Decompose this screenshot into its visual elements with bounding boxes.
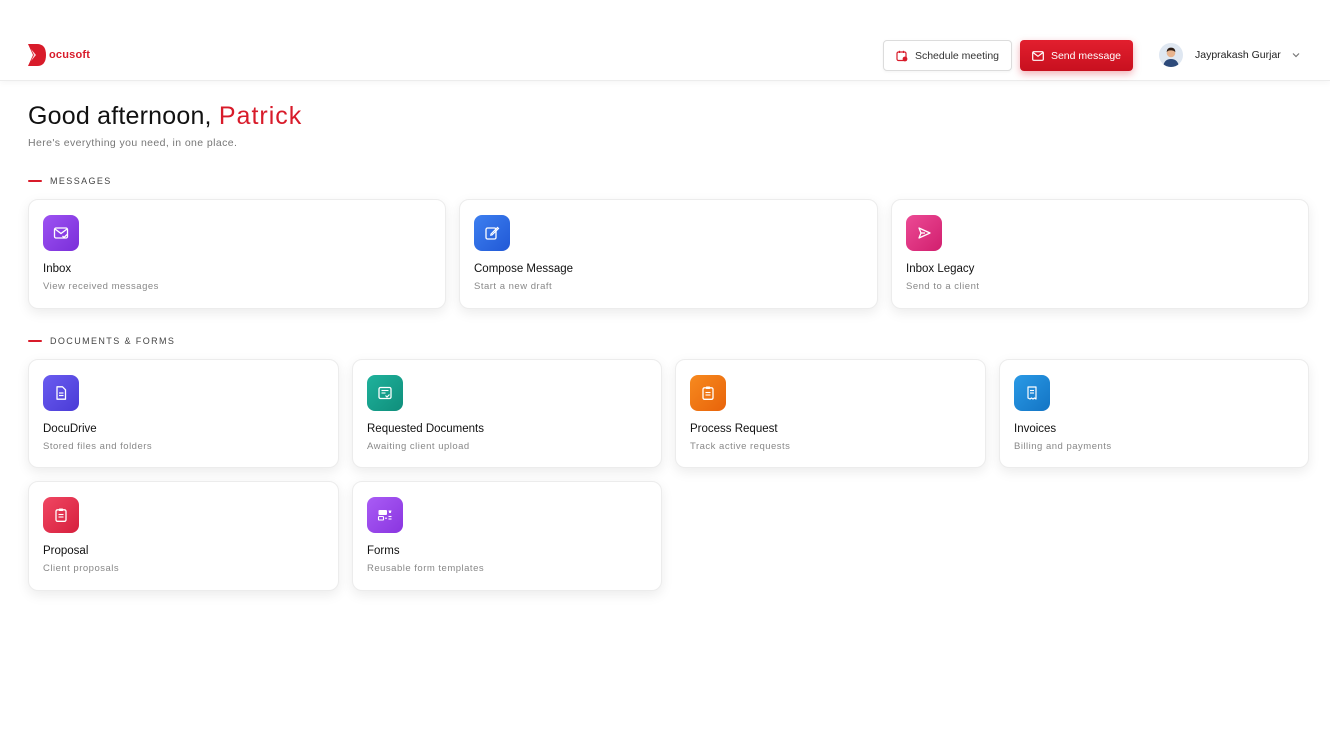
card-title: Compose Message	[474, 263, 574, 275]
logo-mark-icon	[28, 44, 46, 66]
calendar-icon	[896, 50, 908, 61]
card-title: Proposal	[43, 545, 89, 557]
section-title: DOCUMENTS & FORMS	[50, 336, 176, 346]
brand-name: ocusoft	[49, 49, 91, 61]
card-description: Stored files and folders	[43, 441, 153, 452]
card-forms[interactable]: Forms Reusable form templates	[352, 481, 662, 591]
card-title: Process Request	[690, 423, 778, 435]
card-title: Requested Documents	[367, 423, 484, 435]
card-inbox[interactable]: Inbox View received messages	[28, 199, 446, 309]
card-description: Send to a client	[906, 281, 980, 292]
mail-icon	[1032, 50, 1044, 61]
user-menu[interactable]: Jayprakash Gurjar	[1159, 43, 1301, 67]
page-title: Good afternoon, Patrick	[28, 102, 302, 131]
schedule-meeting-button[interactable]: Schedule meeting	[883, 40, 1012, 71]
card-title: Forms	[367, 545, 400, 557]
edit-icon	[474, 215, 510, 251]
card-description: View received messages	[43, 281, 159, 292]
send-message-button[interactable]: Send message	[1020, 40, 1133, 71]
card-title: Inbox Legacy	[906, 263, 975, 275]
messages-section-header: MESSAGES	[28, 176, 112, 186]
documents-section-header: DOCUMENTS & FORMS	[28, 336, 175, 346]
card-description: Billing and payments	[1014, 441, 1112, 452]
card-title: DocuDrive	[43, 423, 97, 435]
user-name: Jayprakash Gurjar	[1195, 49, 1281, 61]
card-compose-message[interactable]: Compose Message Start a new draft	[459, 199, 878, 309]
card-requested-documents[interactable]: Requested Documents Awaiting client uplo…	[352, 359, 662, 468]
chevron-down-icon	[1292, 53, 1300, 58]
greeting-name: Patrick	[218, 102, 303, 130]
brand-logo[interactable]: ocusoft	[27, 42, 90, 68]
card-description: Reusable form templates	[367, 563, 485, 574]
card-description: Start a new draft	[474, 281, 553, 292]
card-inbox-legacy[interactable]: Inbox Legacy Send to a client	[891, 199, 1309, 309]
card-invoices[interactable]: Invoices Billing and payments	[999, 359, 1309, 468]
send-message-label: Send message	[1050, 49, 1122, 62]
clipboard-icon	[43, 497, 79, 533]
receipt-icon	[1014, 375, 1050, 411]
section-accent-bar	[28, 340, 42, 342]
doc-check-icon	[367, 375, 403, 411]
card-description: Track active requests	[690, 441, 791, 452]
section-title: MESSAGES	[50, 176, 112, 186]
card-process-request[interactable]: Process Request Track active requests	[675, 359, 986, 468]
card-docudrive[interactable]: DocuDrive Stored files and folders	[28, 359, 339, 468]
card-proposal[interactable]: Proposal Client proposals	[28, 481, 339, 591]
card-title: Inbox	[43, 263, 72, 275]
section-accent-bar	[28, 180, 42, 182]
schedule-meeting-label: Schedule meeting	[914, 49, 1000, 62]
clipboard-icon	[690, 375, 726, 411]
greeting-prefix: Good afternoon,	[28, 102, 212, 130]
file-icon	[43, 375, 79, 411]
card-description: Awaiting client upload	[367, 441, 470, 452]
form-icon	[367, 497, 403, 533]
card-title: Invoices	[1014, 423, 1057, 435]
mail-check-icon	[43, 215, 79, 251]
page-subtitle: Here's everything you need, in one place…	[28, 137, 238, 149]
send-icon	[906, 215, 942, 251]
top-bar: ocusoft Schedule meeting Send message Ja…	[0, 0, 1330, 81]
card-description: Client proposals	[43, 563, 120, 574]
avatar	[1159, 43, 1183, 67]
